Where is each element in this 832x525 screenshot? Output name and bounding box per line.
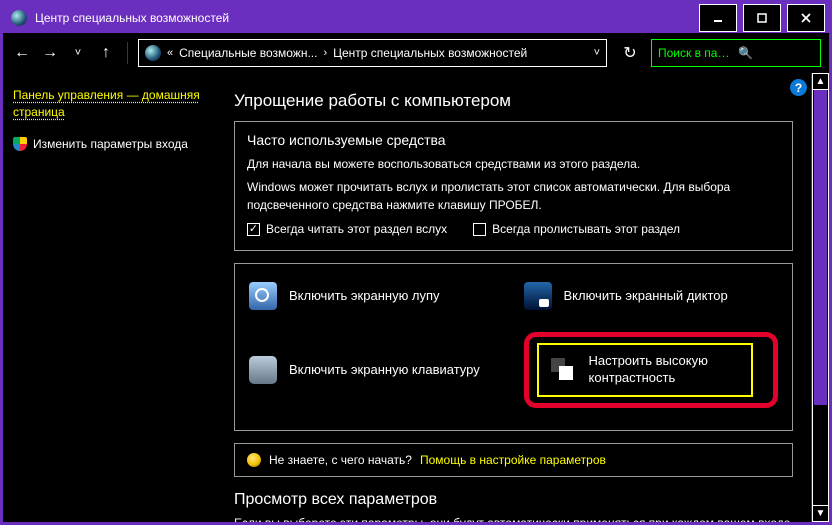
sidebar-home-link[interactable]: Панель управления — домашняя страница (13, 87, 218, 121)
narrator-icon (524, 282, 552, 310)
location-icon (145, 45, 161, 61)
frequently-used-group: Часто используемые средства Для начала в… (234, 121, 793, 251)
group-title: Часто используемые средства (247, 132, 780, 148)
checkbox-read-aloud[interactable]: ✓ Всегда читать этот раздел вслух (247, 222, 447, 236)
breadcrumb-chevron: « (167, 47, 173, 59)
forward-button[interactable]: → (39, 42, 61, 64)
scroll-thumb[interactable] (814, 90, 827, 405)
help-button[interactable]: ? (790, 79, 807, 96)
keyboard-icon (249, 356, 277, 384)
window: Центр специальных возможностей ← → ˅ ↑ «… (0, 0, 832, 525)
subsection-title: Просмотр всех параметров (234, 491, 793, 509)
scroll-up-button[interactable]: ▲ (812, 73, 829, 90)
sidebar-login-link[interactable]: Изменить параметры входа (13, 137, 218, 151)
search-input[interactable]: Поиск в панели уп... 🔍 (651, 39, 821, 67)
subsection-note: Если вы выберете эти параметры, они буду… (234, 515, 793, 522)
breadcrumb-seg-2[interactable]: Центр специальных возможностей (333, 46, 527, 60)
checkbox-icon: ✓ (247, 223, 260, 236)
toolbar: ← → ˅ ↑ « Специальные возможн... › Центр… (3, 33, 829, 73)
breadcrumb-seg-1[interactable]: Специальные возможн... (179, 46, 317, 60)
main-content: ? Упрощение работы с компьютером Часто и… (228, 73, 811, 522)
tool-label: Включить экранную лупу (289, 288, 440, 305)
sidebar-login-label: Изменить параметры входа (33, 137, 188, 151)
breadcrumb[interactable]: « Специальные возможн... › Центр специал… (138, 39, 607, 67)
titlebar: Центр специальных возможностей (3, 3, 829, 33)
sidebar: Панель управления — домашняя страница Из… (3, 73, 228, 522)
refresh-button[interactable]: ↻ (619, 42, 641, 64)
body: Панель управления — домашняя страница Из… (3, 73, 829, 522)
magnifier-icon (249, 282, 277, 310)
scroll-track[interactable] (812, 90, 829, 505)
tool-label: Настроить высокую контрастность (589, 353, 738, 387)
checkbox-scroll[interactable]: Всегда пролистывать этот раздел (473, 222, 680, 236)
minimize-button[interactable] (699, 4, 737, 32)
hint-bar: Не знаете, с чего начать? Помощь в настр… (234, 443, 793, 477)
tools-grid: Включить экранную лупу Включить экранный… (234, 263, 793, 431)
breadcrumb-dropdown[interactable]: ˅ (594, 47, 600, 59)
checkbox-row: ✓ Всегда читать этот раздел вслух Всегда… (247, 222, 780, 236)
checkbox-icon (473, 223, 486, 236)
group-desc-2: Windows может прочитать вслух и пролиста… (247, 179, 780, 214)
tool-keyboard[interactable]: Включить экранную клавиатуру (249, 332, 504, 408)
recent-menu[interactable]: ˅ (67, 42, 89, 64)
checkbox-label: Всегда пролистывать этот раздел (492, 222, 680, 236)
up-button[interactable]: ↑ (95, 42, 117, 64)
contrast-icon (549, 356, 577, 384)
scroll-down-button[interactable]: ▼ (812, 505, 829, 522)
bulb-icon (247, 453, 261, 467)
tool-magnifier[interactable]: Включить экранную лупу (249, 282, 504, 310)
scrollbar[interactable]: ▲ ▼ (811, 73, 829, 522)
tool-label: Включить экранную клавиатуру (289, 362, 480, 379)
group-desc-1: Для начала вы можете воспользоваться сре… (247, 156, 780, 173)
tool-narrator[interactable]: Включить экранный диктор (524, 282, 779, 310)
maximize-button[interactable] (743, 4, 781, 32)
hint-prefix: Не знаете, с чего начать? (269, 453, 412, 467)
app-icon (11, 10, 27, 26)
checkbox-label: Всегда читать этот раздел вслух (266, 222, 447, 236)
shield-icon (13, 137, 27, 151)
tool-label: Включить экранный диктор (564, 288, 728, 305)
hint-link[interactable]: Помощь в настройке параметров (420, 453, 606, 467)
separator (127, 42, 128, 64)
close-button[interactable] (787, 4, 825, 32)
page-title: Упрощение работы с компьютером (234, 91, 793, 111)
search-icon: 🔍 (738, 46, 814, 60)
chevron-right-icon: › (323, 47, 327, 59)
window-title: Центр специальных возможностей (35, 11, 693, 25)
search-placeholder: Поиск в панели уп... (658, 46, 734, 60)
back-button[interactable]: ← (11, 42, 33, 64)
tool-high-contrast[interactable]: Настроить высокую контрастность (524, 332, 779, 408)
